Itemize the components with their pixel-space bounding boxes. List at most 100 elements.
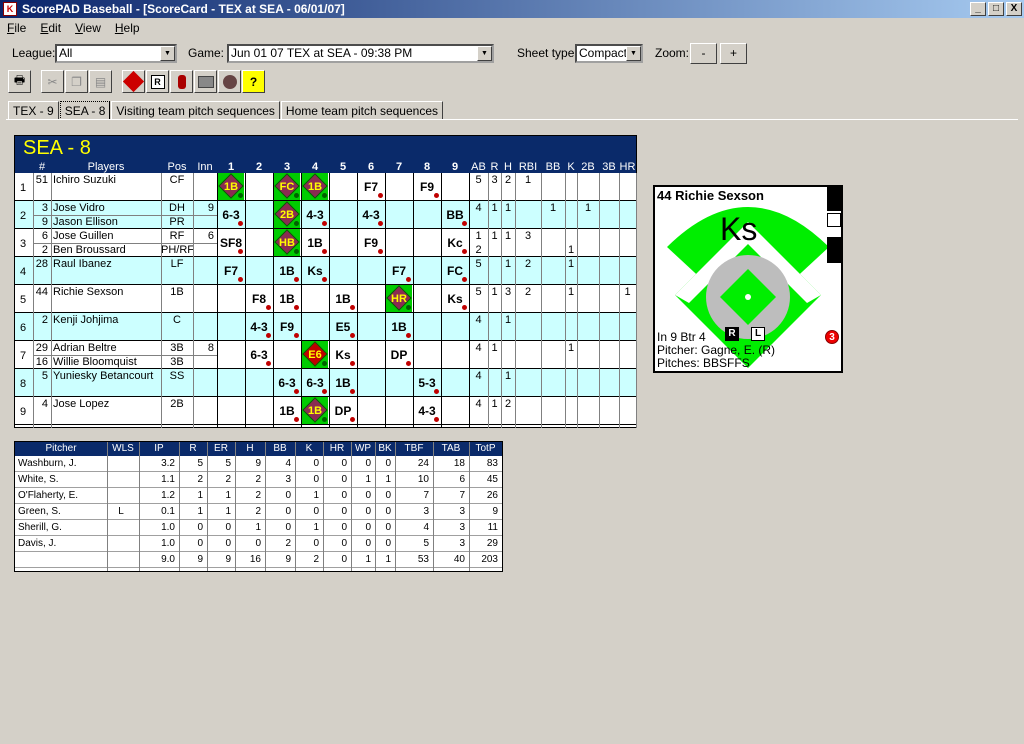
r-icon[interactable]: R xyxy=(146,70,169,93)
stat-rbi: 2 xyxy=(524,258,532,270)
base-dot xyxy=(294,333,299,338)
copy-icon[interactable]: ❐ xyxy=(65,70,88,93)
pitcher-stat-cell: 0 xyxy=(365,458,371,469)
pitcher-table-header: Pitcher WLS IP R ER H BB K HR WP BK TBF TAB TotP xyxy=(15,442,502,456)
pitcher-name-cell[interactable]: O'Flaherty, E. xyxy=(18,490,107,502)
player-name[interactable]: Ben Broussard xyxy=(53,244,126,256)
stat-r: 3 xyxy=(491,174,498,186)
pitcher-name-cell[interactable]: Davis, J. xyxy=(18,538,107,550)
scorecard-team-title: SEA - 8 xyxy=(15,136,636,161)
stadium-icon[interactable] xyxy=(194,70,217,93)
grid-line xyxy=(51,173,52,428)
grid-line xyxy=(33,173,34,428)
pitcher-stat-cell: 0 xyxy=(197,522,203,533)
hr-icon[interactable] xyxy=(122,70,145,93)
player-position: PR xyxy=(169,216,185,228)
sheet-type-select[interactable]: Compact ▼ xyxy=(575,44,643,63)
grid-line xyxy=(413,173,414,428)
pitcher-stat-cell: 3 xyxy=(459,522,465,533)
tab-home-pitch-sequences[interactable]: Home team pitch sequences xyxy=(280,101,444,120)
print-icon[interactable]: 🖶 xyxy=(8,70,31,93)
game-value: Jun 01 07 TEX at SEA - 09:38 PM xyxy=(231,46,413,60)
player-name[interactable]: Richie Sexson xyxy=(53,286,123,298)
game-select[interactable]: Jun 01 07 TEX at SEA - 09:38 PM ▼ xyxy=(227,44,494,63)
grid-line xyxy=(488,173,489,428)
play-result[interactable]: HB xyxy=(273,237,301,249)
stat-ab: 5 xyxy=(475,258,482,270)
base-dot xyxy=(462,305,467,310)
grid-line xyxy=(515,173,516,428)
play-result[interactable]: FC xyxy=(273,181,301,193)
league-select[interactable]: All ▼ xyxy=(55,44,177,63)
pitcher-stat-cell: 0 xyxy=(341,490,347,501)
player-name[interactable]: Jose Vidro xyxy=(53,202,105,214)
play-result[interactable]: 1B xyxy=(301,181,329,193)
pitcher-stat-cell: 0 xyxy=(313,458,319,469)
pitcher-name-cell[interactable]: Sherill, G. xyxy=(18,522,107,534)
base-dot xyxy=(378,221,383,226)
player-name[interactable]: Ichiro Suzuki xyxy=(53,174,116,186)
grid-line xyxy=(599,173,600,428)
base-dot xyxy=(462,277,467,282)
menu-edit[interactable]: Edit xyxy=(33,19,68,37)
minimize-button[interactable]: _ xyxy=(970,2,986,16)
tab-tex[interactable]: TEX - 9 xyxy=(8,101,59,120)
player-name[interactable]: Willie Bloomquist xyxy=(53,356,137,368)
count-bar-outs xyxy=(827,237,841,263)
base-dot xyxy=(238,193,243,198)
paste-icon[interactable]: ▤ xyxy=(89,70,112,93)
tab-sea[interactable]: SEA - 8 xyxy=(59,101,111,120)
menu-help[interactable]: Help xyxy=(108,19,147,37)
play-result[interactable]: 2B xyxy=(273,209,301,221)
stat-ab: 4 xyxy=(475,370,482,382)
play-result[interactable]: E6 xyxy=(301,349,329,361)
close-button[interactable]: X xyxy=(1006,2,1022,16)
player-name[interactable]: Raul Ibanez xyxy=(53,258,112,270)
player-name[interactable]: Adrian Beltre xyxy=(53,342,117,354)
sheet-type-value: Compact xyxy=(579,46,628,60)
base-dot xyxy=(266,305,271,310)
batting-order: 9 xyxy=(20,406,27,418)
stat-hr: 1 xyxy=(624,286,631,298)
chevron-down-icon: ▼ xyxy=(477,46,492,61)
player-name[interactable]: Kenji Johjima xyxy=(53,314,118,326)
runner-icon[interactable] xyxy=(170,70,193,93)
zoom-out-button[interactable]: - xyxy=(690,43,717,64)
pitcher-stat-cell: 10 xyxy=(417,474,429,485)
stat-ab: 4 xyxy=(475,342,482,354)
chevron-down-icon: ▼ xyxy=(160,46,175,61)
player-name[interactable]: Jason Ellison xyxy=(53,216,118,228)
help-icon[interactable]: ? xyxy=(242,70,265,93)
player-name[interactable]: Jose Lopez xyxy=(53,398,109,410)
sub-inning: 6 xyxy=(207,230,214,242)
grid-line xyxy=(441,173,442,428)
play-result[interactable]: 1B xyxy=(301,405,329,417)
cut-icon[interactable]: ✂ xyxy=(41,70,64,93)
maximize-button[interactable]: □ xyxy=(988,2,1004,16)
pitcher-name-cell[interactable]: White, S. xyxy=(18,474,107,486)
stat-rbi: 3 xyxy=(524,230,532,242)
menu-file[interactable]: File xyxy=(0,19,33,37)
lineup-row: 5 44 Richie Sexson 1B 5 1 3 2 1 1 xyxy=(15,285,636,313)
pitcher-stat-cell: 1 xyxy=(225,490,231,501)
grid-line xyxy=(636,173,637,428)
tab-visiting-pitch-sequences[interactable]: Visiting team pitch sequences xyxy=(111,101,280,120)
play-result[interactable]: 1B xyxy=(217,181,245,193)
pitcher-stat-cell: 24 xyxy=(417,458,429,469)
pitcher-name-cell[interactable]: Washburn, J. xyxy=(18,458,107,470)
pitcher-stat-cell: 26 xyxy=(486,490,498,501)
player-name[interactable]: Yuniesky Betancourt xyxy=(53,370,153,382)
zoom-in-button[interactable]: + xyxy=(720,43,747,64)
batting-order: 1 xyxy=(20,182,27,194)
pitcher-stat-cell: 6 xyxy=(459,474,465,485)
pitcher-stat-cell: 0 xyxy=(225,522,231,533)
grid-line xyxy=(161,173,162,428)
pitcher-name-cell[interactable]: Green, S. xyxy=(18,506,107,518)
play-result[interactable]: HR xyxy=(385,293,413,305)
tab-strip: TEX - 9 SEA - 8 Visiting team pitch sequ… xyxy=(8,101,444,120)
stat-rbi: 1 xyxy=(524,174,532,186)
menu-view[interactable]: View xyxy=(68,19,108,37)
glove-icon[interactable] xyxy=(218,70,241,93)
player-name[interactable]: Jose Guillen xyxy=(53,230,114,242)
pitcher-stat-cell: 1.0 xyxy=(161,538,175,549)
